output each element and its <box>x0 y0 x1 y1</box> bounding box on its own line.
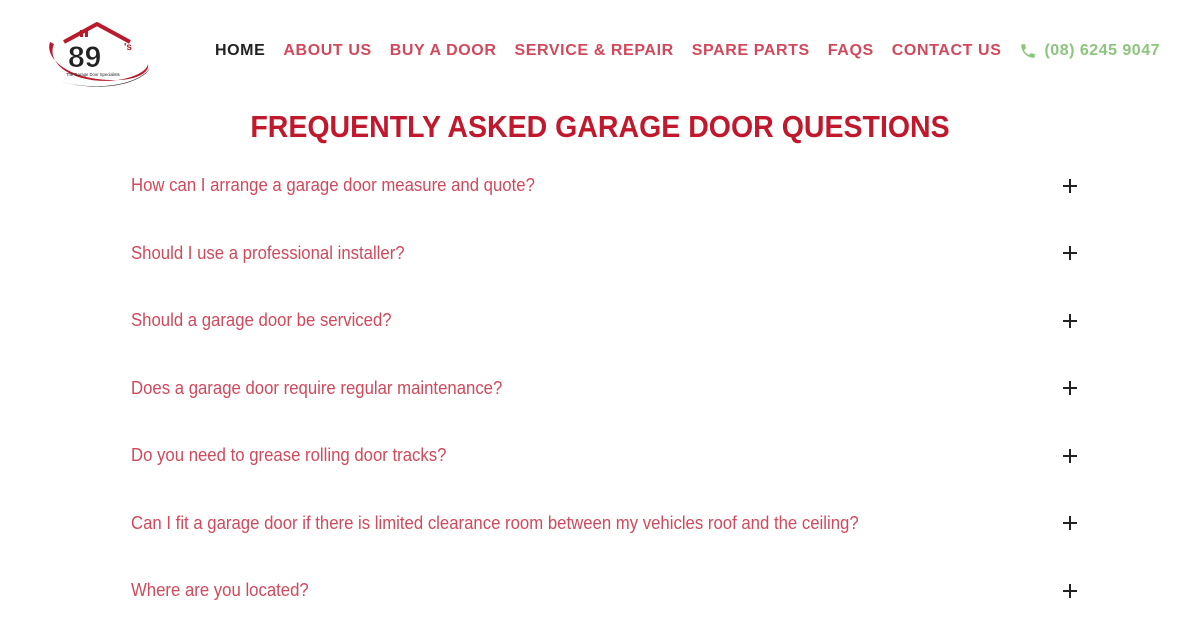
phone-link[interactable]: (08) 6245 9047 <box>1019 42 1160 60</box>
page-title: FREQUENTLY ASKED GARAGE DOOR QUESTIONS <box>250 109 950 144</box>
nav-buy-a-door[interactable]: BUY A DOOR <box>390 42 497 60</box>
plus-icon[interactable] <box>1063 178 1077 193</box>
nav-home[interactable]: HOME <box>215 42 265 60</box>
faq-question: Should a garage door be serviced? <box>131 310 392 331</box>
plus-icon[interactable] <box>1063 313 1077 328</box>
plus-icon[interactable] <box>1063 516 1077 531</box>
faq-question: Can I fit a garage door if there is limi… <box>131 512 859 533</box>
faq-item[interactable]: Where are you located? <box>131 557 1079 625</box>
faq-question: Do you need to grease rolling door track… <box>131 445 447 466</box>
faq-question: How can I arrange a garage door measure … <box>131 175 535 196</box>
logo-number: 89 <box>68 41 101 74</box>
nav-service-repair[interactable]: SERVICE & REPAIR <box>515 42 674 60</box>
faq-accordion: How can I arrange a garage door measure … <box>131 152 1079 625</box>
faq-item[interactable]: Do you need to grease rolling door track… <box>131 422 1079 490</box>
phone-icon <box>1021 44 1036 58</box>
faq-item[interactable]: Does a garage door require regular maint… <box>131 355 1079 423</box>
nav-about-us[interactable]: ABOUT US <box>283 42 371 60</box>
site-logo[interactable]: 89 's The Garage Door Specialists <box>42 20 152 88</box>
logo-suffix: 's <box>124 42 132 53</box>
faq-question: Should I use a professional installer? <box>131 242 405 263</box>
logo-tagline: The Garage Door Specialists <box>66 72 120 77</box>
phone-number: (08) 6245 9047 <box>1044 42 1160 59</box>
plus-icon[interactable] <box>1063 246 1077 261</box>
faq-question: Where are you located? <box>131 580 309 601</box>
plus-icon[interactable] <box>1063 381 1077 396</box>
faq-item[interactable]: Should I use a professional installer? <box>131 220 1079 288</box>
nav-faqs[interactable]: FAQS <box>828 42 874 60</box>
faq-item[interactable]: How can I arrange a garage door measure … <box>131 152 1079 220</box>
faq-item[interactable]: Should a garage door be serviced? <box>131 287 1079 355</box>
main-nav: HOME ABOUT US BUY A DOOR SERVICE & REPAI… <box>197 42 1160 60</box>
faq-item[interactable]: Can I fit a garage door if there is limi… <box>131 490 1079 558</box>
plus-icon[interactable] <box>1063 448 1077 463</box>
nav-contact-us[interactable]: CONTACT US <box>892 42 1002 60</box>
nav-spare-parts[interactable]: SPARE PARTS <box>692 42 810 60</box>
faq-question: Does a garage door require regular maint… <box>131 377 503 398</box>
site-header: 89 's The Garage Door Specialists HOME A… <box>0 0 1200 105</box>
plus-icon[interactable] <box>1063 583 1077 598</box>
